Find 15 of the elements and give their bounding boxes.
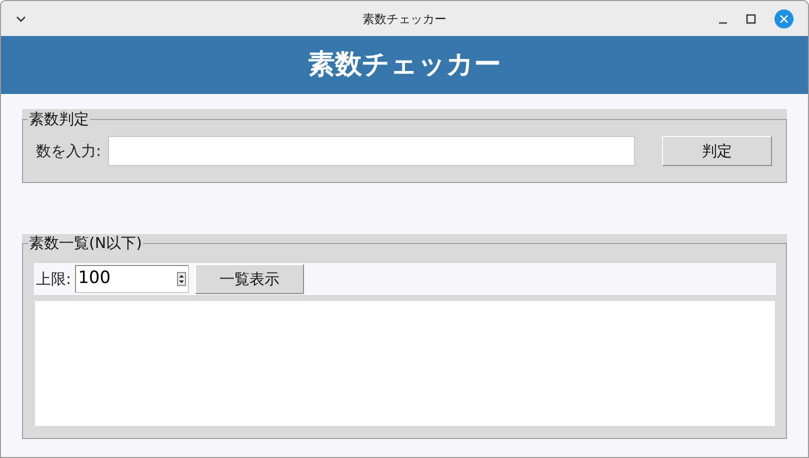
close-icon[interactable] [774,8,794,28]
field-label: 数を入力: [36,140,102,162]
spinbox-value: 100 [78,267,111,290]
group-title: 素数一覧(N以下) [28,234,143,253]
chevron-down-icon[interactable] [15,14,27,22]
spin-arrows-icon[interactable] [177,272,186,286]
group-title: 素数判定 [28,109,90,129]
number-input-field[interactable] [108,136,636,166]
app-title: 素数チェッカー [308,48,501,82]
window-title: 素数チェッカー [362,10,446,28]
field-label: 上限: [36,268,72,290]
check-button[interactable]: 判定 [662,136,772,166]
limit-spinbox[interactable]: 100 [75,265,190,293]
maximize-icon[interactable] [746,14,756,24]
show-list-button[interactable]: 一覧表示 [195,264,304,294]
